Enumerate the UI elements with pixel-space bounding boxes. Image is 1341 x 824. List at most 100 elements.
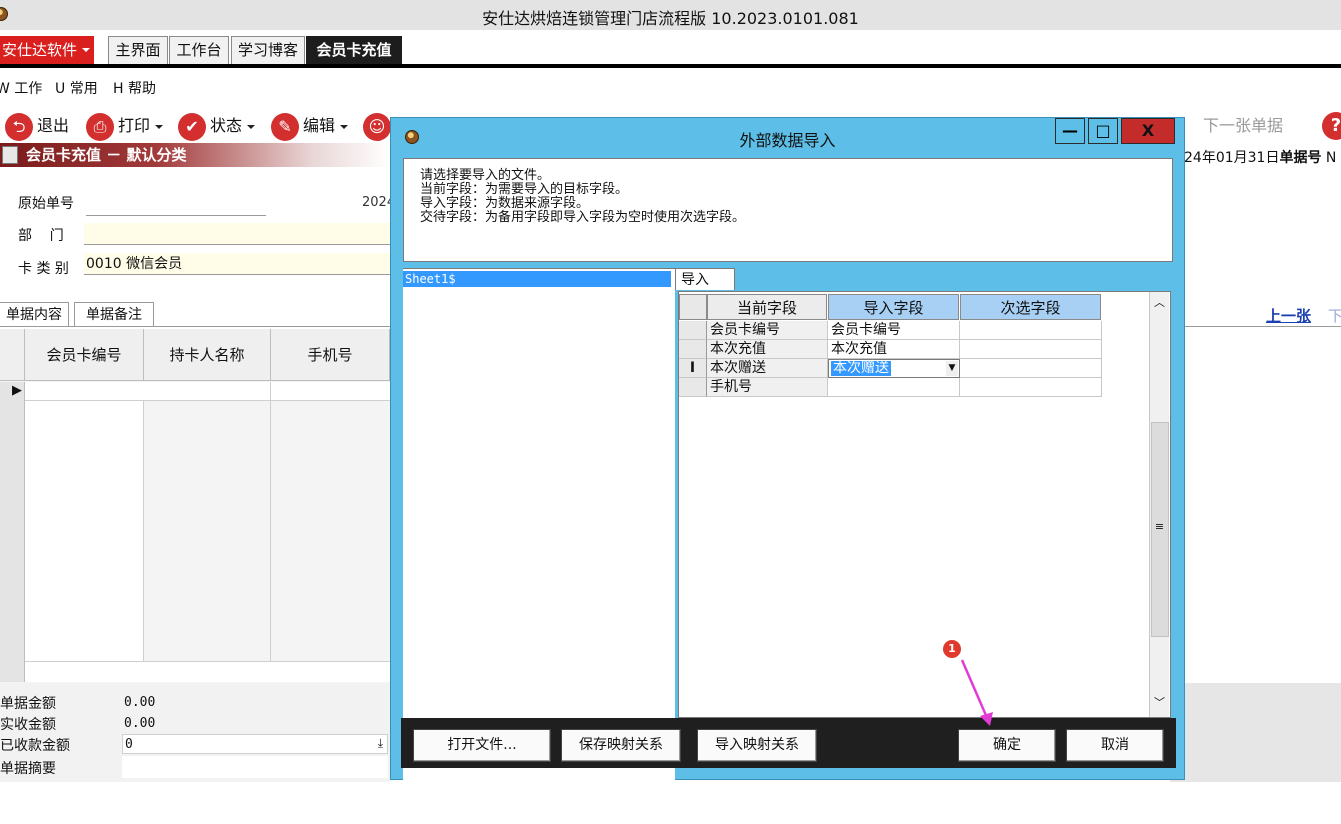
alt-field-cell[interactable] [960, 340, 1102, 359]
import-field-cell[interactable]: 本次充值 [828, 340, 960, 359]
doc-no-value: N [1325, 150, 1337, 166]
chevron-down-icon [155, 124, 164, 129]
alt-field-cell[interactable] [960, 359, 1102, 378]
import-field-dropdown[interactable]: 本次赠送 ▼ [828, 359, 960, 378]
summary-doc-amount-label: 单据金额 [0, 696, 56, 712]
tab-workbench[interactable]: 工作台 [169, 36, 229, 64]
summary-received-value: 0.00 [124, 716, 156, 731]
import-field-cell[interactable]: 会员卡编号 [828, 321, 960, 340]
doc-no-label: 单据号 [1279, 150, 1322, 166]
chevron-down-icon [82, 48, 90, 52]
scroll-up-icon[interactable]: ︿ [1152, 295, 1167, 310]
sheet-item[interactable]: Sheet1$ [403, 271, 671, 287]
document-icon [2, 146, 18, 164]
grid-corner [0, 329, 25, 381]
status-button[interactable]: ✔ 状态 [178, 110, 256, 142]
summary-abstract-label: 单据摘要 [0, 761, 56, 777]
tab-import[interactable]: 导入 [675, 268, 735, 290]
chevron-down-icon [340, 124, 349, 129]
next-document-link[interactable]: 下 [1328, 305, 1341, 326]
scroll-down-icon[interactable]: ﹀ [1152, 695, 1167, 710]
alt-field-cell[interactable] [960, 378, 1102, 397]
instructions-panel: 请选择要导入的文件。 当前字段：为需要导入的目标字段。 导入字段：为数据来源字段… [403, 158, 1173, 262]
edit-label: 编辑 [303, 116, 336, 135]
chevron-down-icon[interactable]: ▼ [946, 361, 958, 376]
edit-button[interactable]: ✎ 编辑 [271, 110, 349, 142]
section-title: 会员卡充值 － 默认分类 [26, 146, 187, 164]
cancel-button[interactable]: 取消 [1066, 729, 1164, 762]
status-label: 状态 [210, 116, 243, 135]
next-document-button[interactable]: 下一张单据 [1203, 110, 1283, 142]
summary-received-label: 实收金额 [0, 717, 56, 733]
open-file-button[interactable]: 打开文件... [413, 729, 551, 762]
dept-input[interactable] [84, 223, 390, 245]
col-header-current-field[interactable]: 当前字段 [707, 294, 827, 320]
summary-abstract-input[interactable] [122, 756, 388, 778]
pencil-icon: ✎ [271, 112, 299, 141]
dropdown-selected-value: 本次赠送 [831, 360, 891, 376]
subtab-divider [0, 326, 390, 327]
summary-doc-amount-value: 0.00 [124, 695, 156, 710]
summary-collected-label: 已收款金额 [0, 738, 70, 754]
check-icon: ✔ [178, 112, 206, 141]
instruction-line: 请选择要导入的文件。 [420, 168, 551, 183]
window-title: 安仕达烘焙连锁管理门店流程版 10.2023.0101.081 [482, 9, 859, 28]
chevron-down-icon [247, 124, 256, 129]
menu-common[interactable]: U 常用 [55, 78, 98, 98]
instruction-line: 导入字段：为数据来源字段。 [420, 196, 590, 211]
brand-menu-button[interactable]: 安仕达软件 [0, 36, 94, 64]
download-arrow-icon[interactable]: ⤓ [378, 736, 383, 751]
summary-collected-input[interactable]: 0 ⤓ [122, 734, 388, 754]
load-mapping-button[interactable]: 导入映射关系 [697, 729, 817, 762]
exit-button[interactable]: ⮌ 退出 [5, 110, 69, 142]
right-divider [1185, 326, 1341, 327]
print-label: 打印 [118, 116, 151, 135]
row-header [679, 340, 707, 359]
prev-document-link[interactable]: 上一张 [1266, 305, 1311, 326]
current-field-cell: 本次赠送 [707, 359, 828, 378]
col-header-phone[interactable]: 手机号 [271, 329, 390, 381]
current-row-marker-icon: ▶ [12, 383, 22, 398]
orig-no-label: 原始单号 [18, 196, 74, 212]
grid-column-card-no[interactable] [25, 401, 144, 661]
window-title-bar: 安仕达烘焙连锁管理门店流程版 10.2023.0101.081 [0, 0, 1341, 30]
tab-member-recharge[interactable]: 会员卡充值 [306, 36, 402, 64]
card-type-label: 卡 类 别 [18, 261, 69, 277]
import-field-cell[interactable] [828, 378, 960, 397]
user-icon: ☺ [363, 112, 391, 141]
text-cursor-icon: I [679, 359, 707, 378]
tab-doc-content[interactable]: 单据内容 [0, 302, 69, 326]
tab-doc-note[interactable]: 单据备注 [74, 302, 154, 326]
tab-blog[interactable]: 学习博客 [231, 36, 305, 64]
menu-help[interactable]: H 帮助 [113, 78, 156, 98]
alt-field-cell[interactable] [960, 321, 1102, 340]
row-header [679, 321, 707, 340]
col-header-alt-field[interactable]: 次选字段 [960, 294, 1101, 320]
grip-icon: ≡ [1154, 520, 1165, 533]
help-icon[interactable]: ? [1322, 112, 1341, 140]
vertical-scrollbar[interactable]: ︿ ≡ ﹀ [1149, 292, 1169, 717]
row-header [679, 378, 707, 397]
print-button[interactable]: ⎙ 打印 [86, 110, 164, 142]
save-mapping-button[interactable]: 保存映射关系 [561, 729, 681, 762]
right-status-area [1170, 683, 1341, 782]
import-dialog: 外部数据导入 — □ X 请选择要导入的文件。 当前字段：为需要导入的目标字段。… [390, 117, 1185, 824]
section-header: 会员卡充值 － 默认分类 [0, 143, 390, 167]
close-button[interactable]: X [1121, 118, 1175, 144]
orig-no-input[interactable] [86, 194, 266, 216]
pointer-arrow-icon [960, 659, 993, 726]
minimize-button[interactable]: — [1055, 118, 1085, 144]
mapping-corner [679, 294, 707, 320]
menu-work[interactable]: W 工作 [0, 78, 42, 98]
summary-collected-value: 0 [125, 737, 133, 752]
instruction-line: 交待字段：为备用字段即导入字段为空时使用次选字段。 [420, 210, 746, 225]
col-header-import-field[interactable]: 导入字段 [828, 294, 959, 320]
field-mapping-grid[interactable]: 当前字段 导入字段 次选字段 会员卡编号 会员卡编号 本次充值 本次充值 I 本… [678, 291, 1171, 718]
tab-home[interactable]: 主界面 [108, 36, 168, 64]
card-type-input[interactable]: 0010 微信会员 [84, 253, 390, 275]
grid-column-holder-name[interactable] [144, 382, 271, 682]
dialog-title-bar: 外部数据导入 — □ X [391, 118, 1184, 156]
col-header-card-no[interactable]: 会员卡编号 [25, 329, 144, 381]
col-header-holder-name[interactable]: 持卡人名称 [144, 329, 271, 381]
maximize-button[interactable]: □ [1088, 118, 1118, 144]
